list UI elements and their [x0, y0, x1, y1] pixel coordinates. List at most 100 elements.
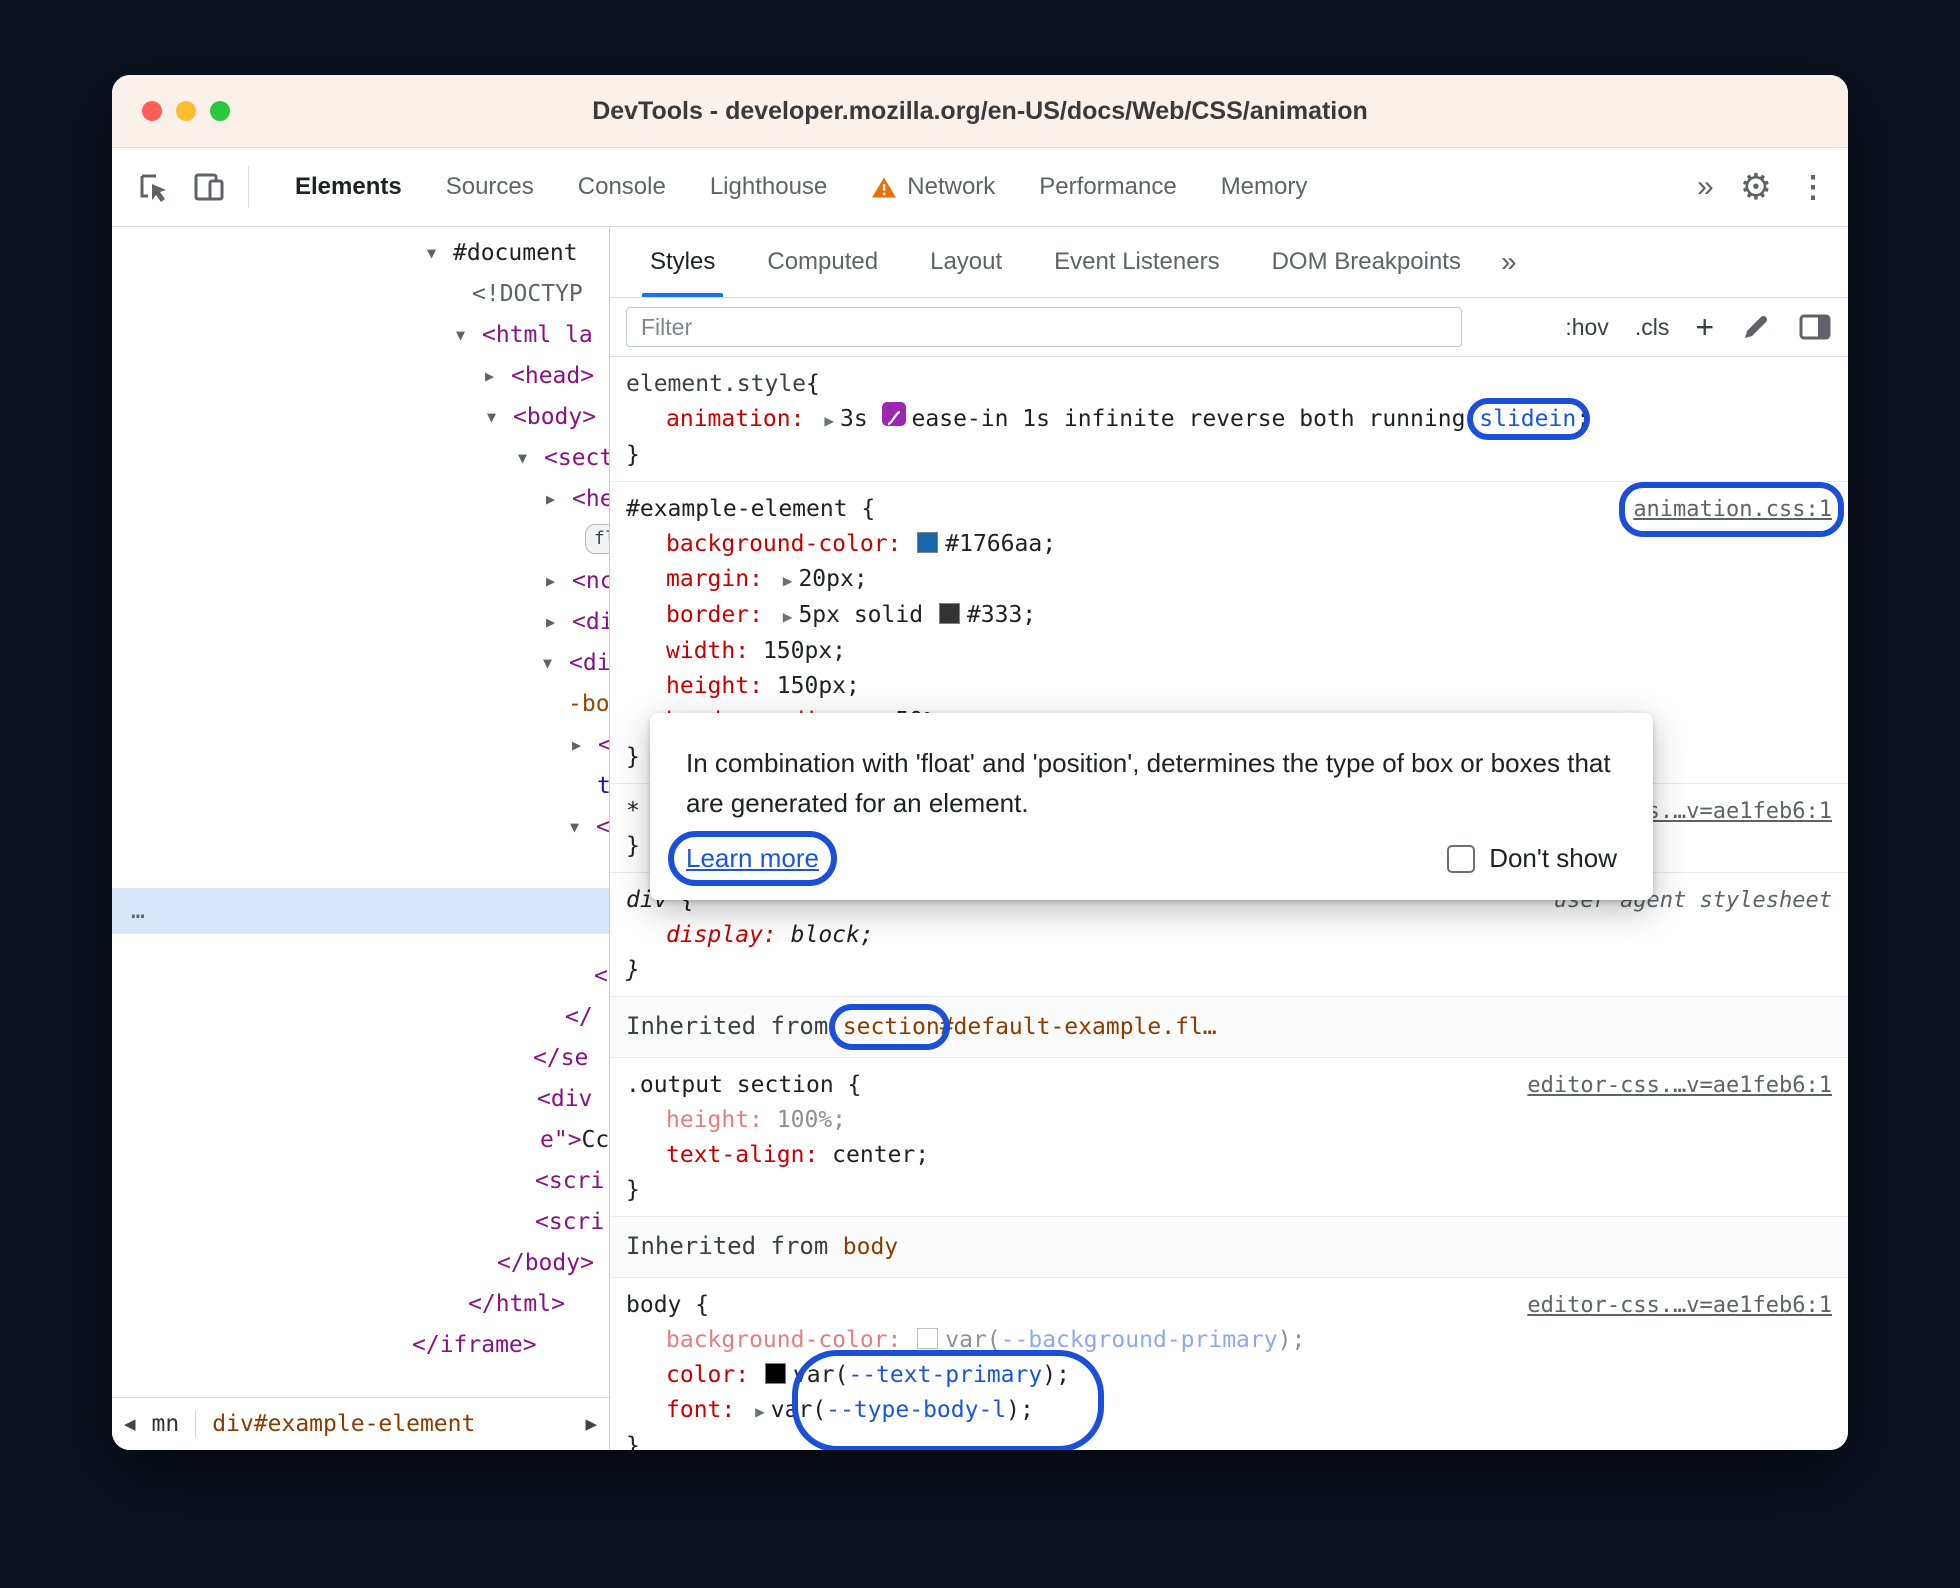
breadcrumb-left-arrow-icon[interactable]: ◀	[124, 1415, 136, 1433]
tab-console[interactable]: Console	[556, 148, 688, 226]
minimize-button[interactable]	[176, 101, 196, 121]
expand-arrow-icon[interactable]: ▼	[570, 807, 596, 848]
expand-arrow-icon[interactable]: ▼	[518, 438, 544, 479]
collapse-arrow-icon[interactable]: ▶	[546, 602, 572, 643]
tab-layout[interactable]: Layout	[904, 227, 1028, 297]
annotated-token[interactable]: slidein	[1479, 406, 1576, 432]
css-token: );	[1042, 1362, 1070, 1388]
tree-row[interactable]: ▼ <sect	[112, 438, 609, 479]
breadcrumb-right-arrow-icon[interactable]: ▶	[585, 1415, 597, 1433]
tree-row[interactable]: t	[112, 766, 609, 807]
new-style-rule-button[interactable]: +	[1695, 311, 1714, 343]
color-swatch[interactable]	[764, 1363, 786, 1384]
learn-more-link[interactable]: Learn more	[668, 831, 837, 886]
tree-row[interactable]: ▼ <body>	[112, 397, 609, 438]
css-var-link[interactable]: --text-primary	[848, 1362, 1042, 1388]
tree-row[interactable]: ▶<di	[112, 602, 609, 643]
dock-sidebar-icon[interactable]	[1798, 312, 1832, 342]
toggle-element-state-button[interactable]: :hov	[1565, 314, 1608, 341]
easing-bezier-icon[interactable]	[881, 402, 906, 426]
tree-row[interactable]: <scri	[112, 1161, 609, 1202]
tree-token: </	[565, 1004, 593, 1030]
expand-triangle-icon[interactable]: ▶	[783, 607, 793, 626]
stylesheet-source-link[interactable]: editor-css.…v=ae1feb6:1	[1527, 1288, 1832, 1323]
collapse-arrow-icon[interactable]: ▶	[546, 479, 572, 520]
tab-performance[interactable]: Performance	[1017, 148, 1198, 226]
tab-event-listeners[interactable]: Event Listeners	[1028, 227, 1245, 297]
tab-dom-breakpoints[interactable]: DOM Breakpoints	[1246, 227, 1487, 297]
expand-triangle-icon[interactable]: ▶	[783, 571, 793, 590]
more-sidebar-tabs-icon[interactable]: »	[1487, 227, 1531, 297]
css-var-link[interactable]: --background-primary	[1001, 1327, 1278, 1353]
dont-show-checkbox[interactable]	[1447, 844, 1476, 873]
tree-row[interactable]: <!DOCTYP	[112, 274, 609, 315]
gear-icon[interactable]: ⚙	[1740, 169, 1772, 205]
kebab-menu-icon[interactable]: ⋮	[1798, 170, 1828, 205]
tree-row[interactable]: </html>	[112, 1284, 609, 1325]
tab-elements[interactable]: Elements	[273, 148, 424, 226]
color-swatch[interactable]	[938, 603, 960, 624]
tree-row[interactable]: ▼ <	[112, 807, 609, 848]
css-token: #333;	[966, 602, 1037, 628]
tree-row[interactable]: <scri	[112, 1202, 609, 1243]
tree-row[interactable]: e">Cc	[112, 1120, 609, 1161]
inherited-node-link[interactable]: section	[843, 1014, 940, 1040]
tab-network[interactable]: Network	[849, 148, 1017, 226]
tree-row[interactable]: </body>	[112, 1243, 609, 1284]
tree-row[interactable]: </iframe>	[112, 1325, 609, 1366]
element-classes-button[interactable]: .cls	[1635, 314, 1670, 341]
rule-selector-line: .output section {editor-css.…v=ae1feb6:1	[626, 1068, 1832, 1103]
tab-lighthouse[interactable]: Lighthouse	[688, 148, 849, 226]
expand-arrow-icon[interactable]: ▼	[427, 233, 453, 274]
tree-row[interactable]: fl	[112, 520, 609, 561]
color-swatch[interactable]	[917, 532, 939, 553]
tree-row[interactable]: </se	[112, 1038, 609, 1079]
css-property: color:	[666, 1362, 750, 1388]
expand-arrow-icon[interactable]: ▼	[487, 397, 513, 438]
breadcrumb-item-partial[interactable]: mn	[152, 1411, 180, 1437]
close-button[interactable]	[142, 101, 162, 121]
tree-token: <head>	[511, 363, 595, 389]
tree-row[interactable]: ▶ <head>	[112, 356, 609, 397]
tree-token: -bo	[568, 691, 609, 717]
tab-memory[interactable]: Memory	[1199, 148, 1330, 226]
inspect-icon[interactable]	[136, 170, 170, 204]
expand-triangle-icon[interactable]: ▶	[824, 411, 834, 430]
inherited-node-link[interactable]: body	[843, 1234, 898, 1260]
tree-row[interactable]: ▼ <di	[112, 643, 609, 684]
expand-arrow-icon[interactable]: ▼	[456, 315, 482, 356]
tree-row[interactable]: ▶<	[112, 725, 609, 766]
tree-row[interactable]: ▶<nc	[112, 561, 609, 602]
expand-arrow-icon[interactable]: ▼	[543, 643, 569, 684]
tab-label: Memory	[1220, 173, 1308, 200]
color-swatch[interactable]	[917, 1328, 939, 1349]
tab-sources[interactable]: Sources	[424, 148, 556, 226]
more-panels-icon[interactable]: »	[1697, 170, 1714, 204]
tree-row[interactable]: </	[112, 997, 609, 1038]
tree-row[interactable]: ▼ #document	[112, 233, 609, 274]
expand-triangle-icon[interactable]: ▶	[755, 1402, 765, 1421]
collapse-arrow-icon[interactable]: ▶	[572, 725, 598, 766]
collapse-arrow-icon[interactable]: ▶	[485, 356, 511, 397]
filter-input[interactable]: Filter	[626, 307, 1462, 347]
tree-row[interactable]: …	[112, 888, 609, 934]
tree-row[interactable]: ▶<he	[112, 479, 609, 520]
brush-icon[interactable]	[1740, 311, 1772, 343]
tree-row[interactable]: <	[112, 956, 609, 997]
tab-styles[interactable]: Styles	[624, 227, 741, 297]
css-declaration: border: ▶ 5px solid #333;	[626, 598, 1832, 634]
tree-token: </se	[533, 1045, 589, 1071]
zoom-button[interactable]	[210, 101, 230, 121]
tree-row[interactable]: -bo	[112, 684, 609, 725]
tab-computed[interactable]: Computed	[741, 227, 904, 297]
device-toolbar-icon[interactable]	[192, 170, 226, 204]
tree-row[interactable]: ▼ <html la	[112, 315, 609, 356]
tree-row[interactable]: <div	[112, 1079, 609, 1120]
css-var-link[interactable]: --type-body-l	[826, 1397, 1006, 1423]
inherited-node-link[interactable]: #default-example.fl…	[940, 1014, 1217, 1040]
flex-badge[interactable]: fl	[585, 524, 609, 554]
stylesheet-source-link[interactable]: animation.css:1	[1619, 482, 1844, 537]
collapse-arrow-icon[interactable]: ▶	[546, 561, 572, 602]
breadcrumb-item-current[interactable]: div#example-element	[212, 1411, 475, 1437]
stylesheet-source-link[interactable]: editor-css.…v=ae1feb6:1	[1527, 1068, 1832, 1103]
